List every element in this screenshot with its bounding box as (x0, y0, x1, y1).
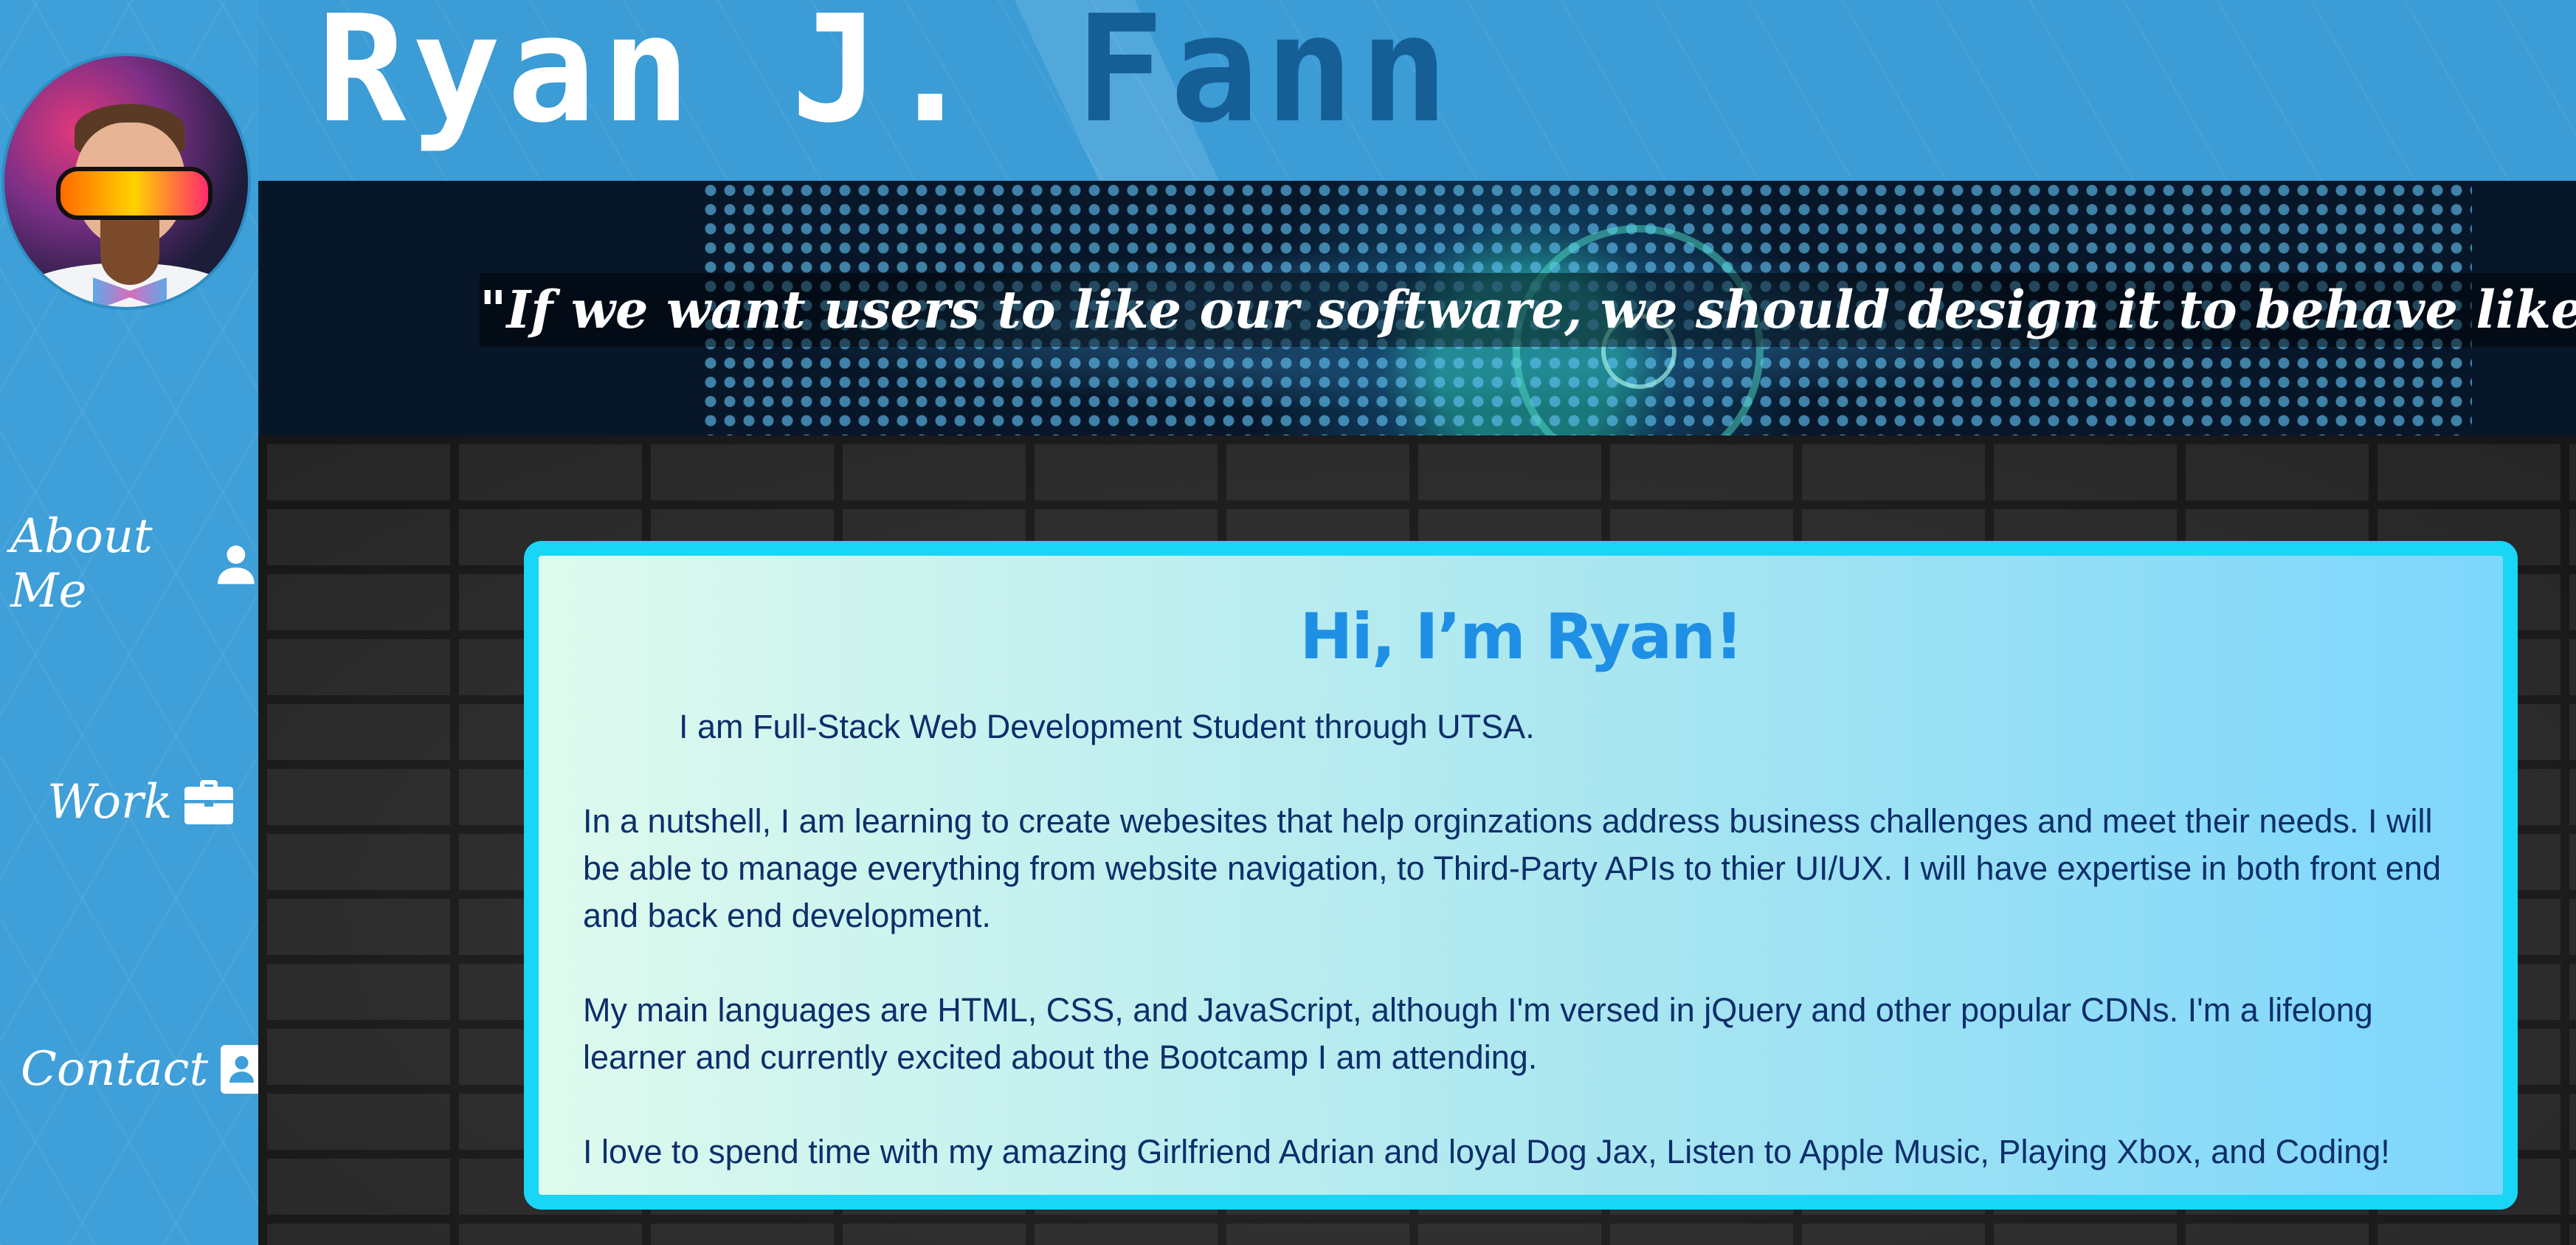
site-title: Ryan J. Fann (317, 0, 1454, 144)
nav-about-me-link[interactable]: About Me (10, 509, 258, 618)
about-card: Hi, I’m Ryan! I am Full-Stack Web Develo… (524, 541, 2518, 1210)
sidebar: About Me Work Contact (0, 0, 271, 1245)
about-paragraph-3: My main languages are HTML, CSS, and Jav… (583, 991, 2373, 1076)
briefcase-icon (184, 780, 234, 824)
avatar (1, 53, 251, 310)
quote-text: "If we want users to like our software, … (480, 273, 2576, 347)
about-paragraph-1: I am Full-Stack Web Development Student … (679, 708, 1535, 745)
about-paragraph-4: I love to spend time with my amazing Gir… (583, 1133, 2390, 1170)
header: Ryan J. Fann (258, 0, 2576, 181)
user-icon (218, 545, 255, 584)
nav-about-me-label: About Me (10, 509, 153, 618)
site-title-first: Ryan J. (317, 0, 981, 156)
nav-work-link[interactable]: Work (47, 775, 235, 830)
avatar-sunglasses (56, 167, 213, 220)
nav-work-label: Work (47, 775, 173, 830)
avatar-beard (100, 215, 159, 285)
nav-contact-label: Contact (21, 1042, 209, 1097)
about-heading: Hi, I’m Ryan! (1299, 600, 1743, 674)
about-paragraph-2: In a nutshell, I am learning to create w… (583, 802, 2441, 934)
site-title-last: Fann (1075, 0, 1454, 156)
quote-banner: "If we want users to like our software, … (258, 181, 2576, 435)
nav-contact-link[interactable]: Contact (21, 1042, 272, 1097)
